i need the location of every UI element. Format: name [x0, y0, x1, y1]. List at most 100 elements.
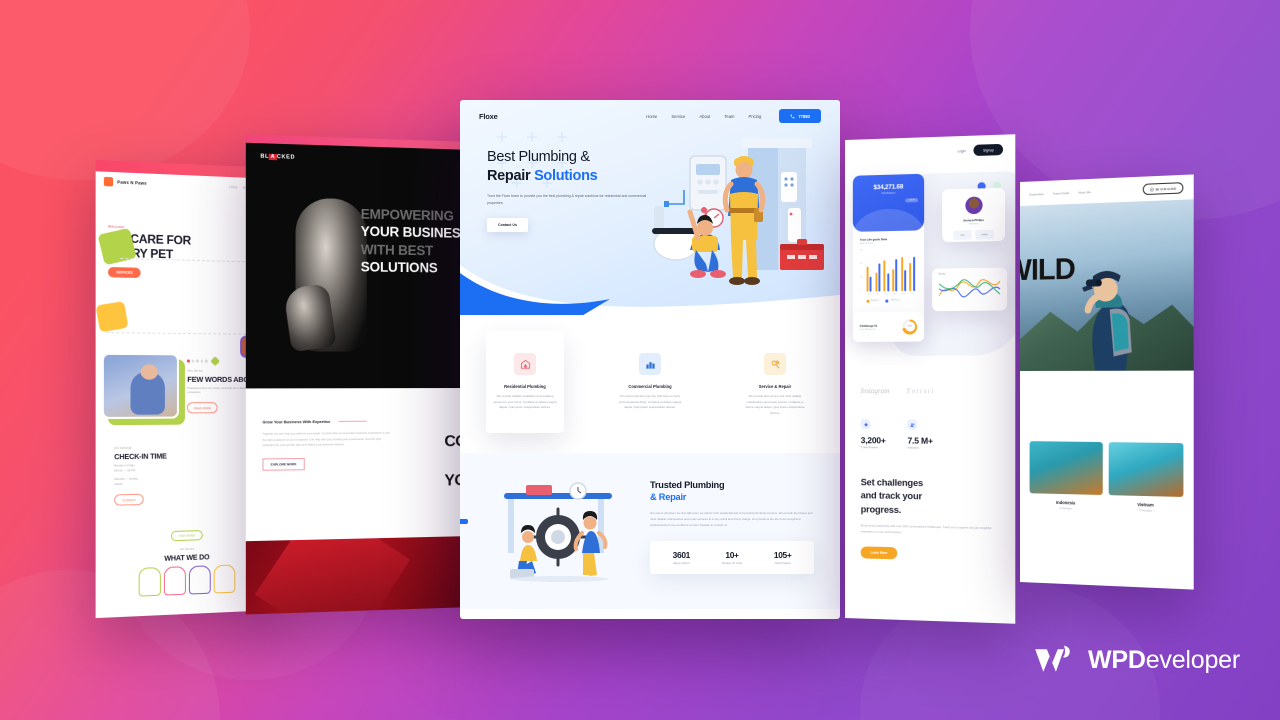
website-preview-plumbing[interactable]: Floxe Home Service About Team Pricing 77… [460, 100, 840, 619]
profile-follow-button[interactable]: Follow [975, 229, 994, 240]
corporate-headline-2: YOUR BUSINESS [360, 223, 470, 242]
users-icon-wrap [907, 419, 918, 430]
trusted-heading: Trusted Plumbing & Repair [650, 479, 814, 504]
travel-nav-about-me[interactable]: About Me [1078, 190, 1091, 195]
pet-hero-cta[interactable]: SERVICES [107, 267, 141, 279]
pet-nav-item-home[interactable]: Home [229, 185, 237, 189]
travel-nav-travel-guide[interactable]: Travel Guide [1053, 190, 1070, 195]
website-preview-travel[interactable]: Exploration Travel Guide About Me BE OUR… [1020, 174, 1194, 590]
profile-role: Champion [968, 223, 979, 226]
destination-card-vietnam[interactable]: Vietnam 6 Packages [1108, 442, 1184, 513]
bar-group-may [900, 257, 907, 292]
service-card-residential[interactable]: Residential Plumbing We provide reliable… [486, 331, 564, 433]
chart-x-axis: Jan Feb Mar Apr May Jun [860, 293, 917, 296]
nav-item-service[interactable]: Service [671, 114, 685, 119]
paw-house-icon [103, 176, 114, 187]
plumbing-navbar[interactable]: Floxe Home Service About Team Pricing 77… [460, 100, 840, 123]
activity-line-card[interactable]: Activity ··· [932, 267, 1008, 312]
decor-gem-icon [210, 356, 220, 367]
plumbing-subtext: Trust the Floxe team to provide you the … [487, 194, 647, 205]
profile-chat-button[interactable]: Chat [953, 230, 972, 240]
nav-item-about[interactable]: About [699, 114, 710, 119]
corporate-headline-3: WITH BEST [360, 241, 434, 258]
legend-swatch-expense [866, 299, 870, 303]
ytick-3: 0 [859, 289, 861, 292]
dashboard-learn-more-button[interactable]: Learn More [860, 546, 898, 560]
compass-icon [1149, 187, 1153, 191]
service-body-repair: We provide fast service and most reliabl… [745, 394, 805, 415]
corporate-headline-1: EMPOWERING [360, 206, 454, 224]
bar-total-paid-jun [912, 256, 915, 292]
travel-guide-button[interactable]: BE OUR GUIDE [1142, 182, 1184, 196]
plumbing-hero-copy: Best Plumbing & Repair Solutions Trust t… [487, 148, 667, 232]
stat-happy-clients: 3601 Happy Clients [656, 550, 707, 565]
carousel-dot-4[interactable] [200, 359, 204, 363]
challenge-card[interactable]: Challenge 01 12 of 18 days left 72% [852, 311, 925, 342]
profile-card[interactable]: Jessica Philips Champion Chat Follow [942, 187, 1006, 243]
balance-card[interactable]: $34,271.68 Total Balance +24.7% Your Lif… [852, 173, 925, 324]
plumbing-headline-line2a: Repair [487, 167, 535, 184]
bar-group-mar [883, 260, 889, 292]
corporate-logo-accent: A [269, 153, 277, 161]
bar-group-jun [909, 256, 915, 292]
carousel-dot-2[interactable] [191, 359, 195, 363]
goals-chart-title: Your Life goals Data [859, 237, 888, 242]
corporate-expertise-section: Grow Your Business With Expertise Togeth… [245, 388, 473, 542]
xtick-may: May [901, 293, 906, 296]
bar-total-paid-may [904, 270, 907, 292]
plumbing-contact-button[interactable]: Contact Us [487, 217, 528, 232]
nav-item-team[interactable]: Team [724, 114, 734, 119]
instagram-logo: Instagram [860, 386, 890, 395]
xtick-jan: Jan [867, 293, 871, 296]
xtick-feb: Feb [876, 293, 880, 296]
website-preview-dashboard[interactable]: Login Signup $34,271.68 Total Balance +2… [845, 134, 1016, 624]
carousel-dot-5[interactable] [205, 359, 208, 363]
pet-checkin-cta[interactable]: CONTACT [114, 493, 145, 506]
nav-item-home[interactable]: Home [646, 114, 657, 119]
decor-dashed-line-2 [105, 332, 256, 335]
dashboard-navbar[interactable]: Login Signup [845, 134, 1015, 160]
bar-group-apr [892, 259, 898, 292]
wordmark-bold: WPD [1087, 645, 1146, 674]
pet-checkin-kicker: Our Schedule [114, 445, 132, 450]
bar-expense-apr [892, 269, 895, 292]
pet-about-cta[interactable]: READ MORE [187, 402, 218, 414]
stat-years: 10+ Number Of Years [707, 550, 758, 565]
corporate-explore-button[interactable]: EXPLORE MORE [262, 458, 305, 471]
bar-expense-may [900, 257, 903, 292]
website-preview-corporate[interactable]: BL A CKED EMPOWERING YOUR BUSINESS WITH … [245, 134, 473, 615]
legend-label-paid: Total Paid [890, 299, 899, 302]
destination-card-indonesia[interactable]: Indonesia 4 Packages [1029, 441, 1103, 511]
xtick-mar: Mar [884, 293, 888, 296]
plumbing-trusted-section: Trusted Plumbing & Repair Our expert plu… [460, 452, 840, 609]
trusted-illustration [504, 481, 612, 582]
bar-total-paid-mar [886, 273, 889, 292]
service-card-commercial[interactable]: Commercial Plumbing Our expert plumbers … [611, 343, 689, 433]
carousel-dot-3[interactable] [196, 359, 199, 363]
login-link[interactable]: Login [957, 149, 965, 153]
corporate-logo-b: CKED [276, 154, 296, 161]
travel-navbar[interactable]: Exploration Travel Guide About Me BE OUR… [1020, 174, 1194, 200]
travel-nav-exploration[interactable]: Exploration [1030, 192, 1044, 197]
service-title-residential: Residential Plumbing [504, 384, 546, 389]
signup-button[interactable]: Signup [973, 143, 1004, 156]
stat-label-projects: Total Projects [774, 561, 791, 565]
challenge-progress-ring: 72% [902, 318, 918, 335]
challenge-subtitle: 12 of 18 days left [859, 328, 876, 331]
legend-expense: Expense [866, 299, 879, 303]
balance-sublabel: Total Balance [881, 191, 896, 196]
destination-image-indonesia [1029, 441, 1103, 495]
plumbing-phone-button[interactable]: 77883 [779, 109, 821, 123]
plumbing-nav-links[interactable]: Home Service About Team Pricing 77883 [646, 109, 821, 123]
bar-expense-feb [875, 272, 878, 292]
bar-total-paid-feb [878, 263, 881, 292]
nav-item-pricing[interactable]: Pricing [749, 114, 762, 119]
carousel-dot-1[interactable] [187, 359, 190, 363]
goals-chart-block: Your Life goals Data goals statistics ··… [853, 230, 924, 303]
legend-swatch-paid [885, 299, 889, 303]
goals-chart-menu-icon[interactable]: ··· [914, 238, 917, 242]
stat-label-clients: Happy Clients [672, 561, 690, 565]
stat-value-projects: 105+ [773, 549, 792, 560]
service-card-repair[interactable]: Service & Repair We provide fast service… [736, 343, 814, 433]
fishbone-badge: FISH BONE [170, 529, 203, 541]
